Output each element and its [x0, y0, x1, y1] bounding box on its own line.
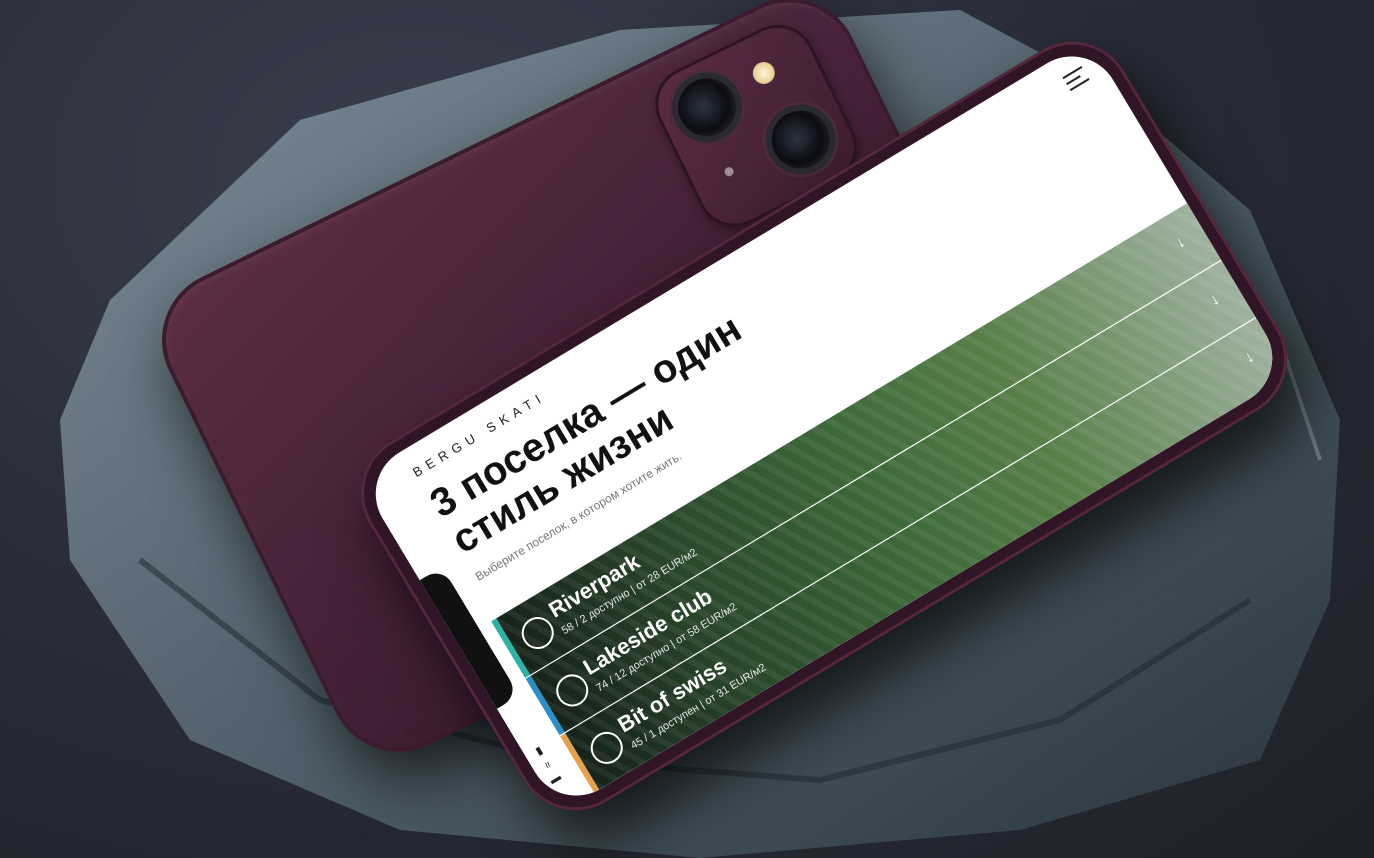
camera-lens-icon [761, 100, 840, 179]
microphone-icon [723, 165, 736, 178]
camera-lens-icon [668, 68, 746, 147]
signal-wifi-battery-icon: ▮ ≈ ▬ [530, 742, 565, 789]
menu-icon[interactable] [1062, 66, 1090, 92]
flash-icon [749, 58, 779, 88]
